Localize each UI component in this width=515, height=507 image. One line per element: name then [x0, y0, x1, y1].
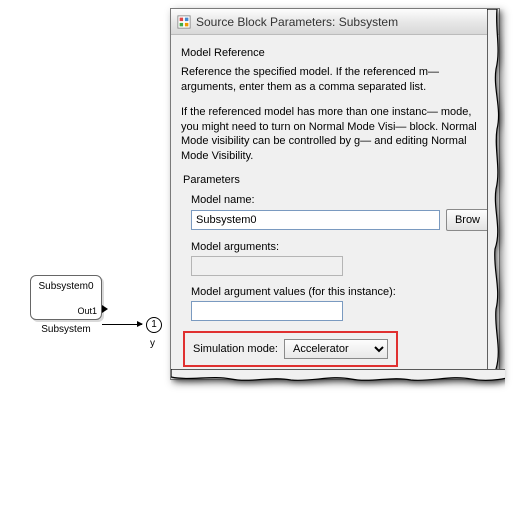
model-args-group: Model arguments:	[191, 241, 489, 276]
section-heading: Model Reference	[181, 47, 489, 59]
simulation-mode-highlight: Simulation mode: Accelerator	[183, 331, 398, 367]
model-name-input[interactable]	[191, 210, 440, 230]
model-name-label: Model name:	[191, 194, 489, 206]
dialog-body: Model Reference Reference the specified …	[171, 35, 499, 379]
block-caption: Subsystem	[30, 324, 102, 335]
description-1: Reference the specified model. If the re…	[181, 65, 489, 95]
block-output-port-icon	[102, 305, 108, 313]
parameters-heading: Parameters	[183, 174, 489, 186]
browse-button[interactable]: Brow	[446, 209, 489, 231]
outport-label: y	[150, 338, 155, 349]
simulation-mode-select[interactable]: Accelerator	[284, 339, 388, 359]
block-title: Subsystem0	[31, 276, 101, 292]
outport-block[interactable]: 1	[146, 317, 162, 333]
description-2: If the referenced model has more than on…	[181, 105, 489, 164]
model-argvals-label: Model argument values (for this instance…	[191, 286, 489, 298]
model-argvals-input[interactable]	[191, 301, 343, 321]
simulation-mode-label: Simulation mode:	[193, 343, 278, 355]
model-reference-block[interactable]: Subsystem0 Out1	[30, 275, 102, 320]
dialog-titlebar[interactable]: Source Block Parameters: Subsystem	[171, 9, 499, 35]
model-args-input	[191, 256, 343, 276]
simulink-canvas: Subsystem0 Out1 1 y Subsystem	[30, 275, 102, 335]
dialog-title: Source Block Parameters: Subsystem	[196, 15, 398, 29]
block-parameters-dialog: Source Block Parameters: Subsystem Model…	[170, 8, 500, 380]
model-args-label: Model arguments:	[191, 241, 489, 253]
block-out-label: Out1	[77, 306, 97, 316]
model-name-group: Model name: Brow	[191, 194, 489, 231]
model-argvals-group: Model argument values (for this instance…	[191, 286, 489, 321]
signal-wire	[102, 324, 142, 325]
simulink-app-icon	[177, 15, 191, 29]
